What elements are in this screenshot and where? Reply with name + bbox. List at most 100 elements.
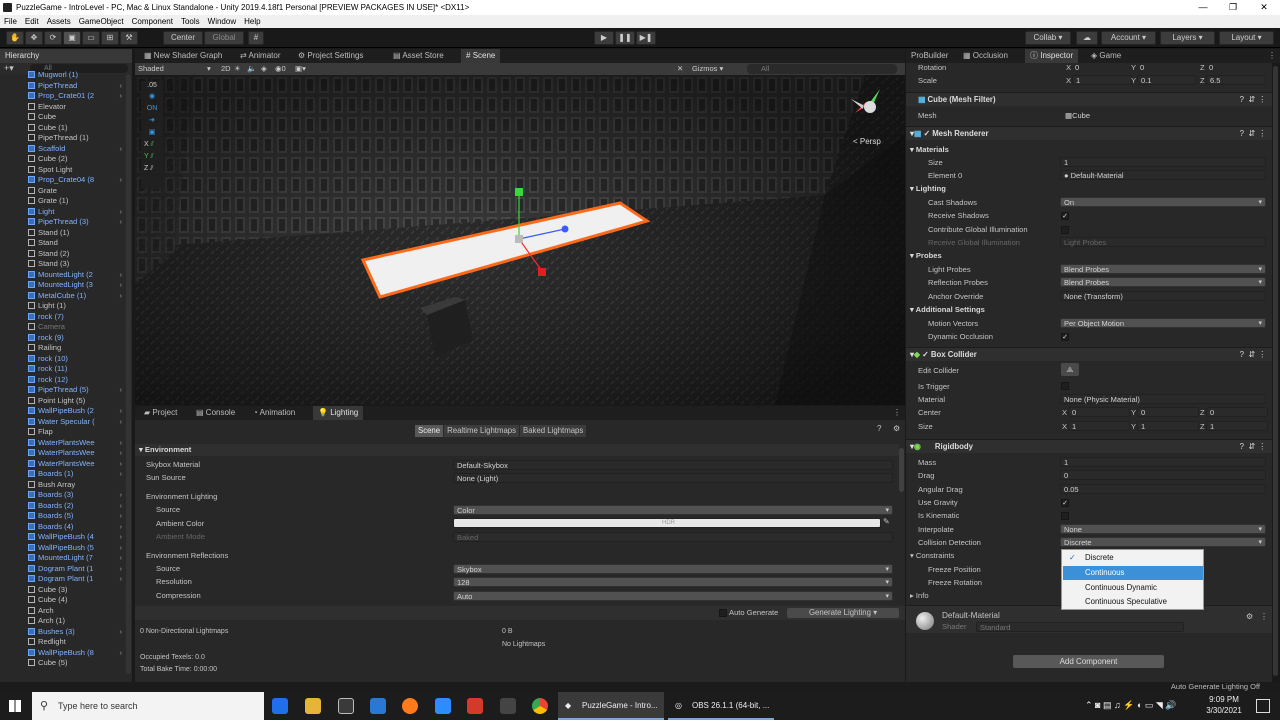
- dynamic-occlusion-checkbox[interactable]: ✓: [1061, 333, 1069, 341]
- mass-field[interactable]: 1: [1060, 457, 1266, 467]
- hierarchy-item[interactable]: WaterPlantsWee ›: [28, 448, 132, 459]
- component-menu-icon[interactable]: ⋮: [1258, 440, 1266, 454]
- office-icon[interactable]: [467, 698, 483, 714]
- hierarchy-item[interactable]: Mugworl (1): [28, 70, 132, 81]
- hierarchy-item[interactable]: WaterPlantsWee ›: [28, 459, 132, 470]
- collab-button[interactable]: Collab ▾: [1025, 31, 1071, 45]
- contribute-gi-checkbox[interactable]: [1061, 226, 1069, 234]
- hierarchy-item[interactable]: PipeThread ›: [28, 81, 132, 92]
- collider-material-field[interactable]: None (Physic Material): [1060, 394, 1266, 404]
- rect-tool-icon[interactable]: ▭: [82, 31, 100, 45]
- move-tool-icon[interactable]: ✥: [25, 31, 43, 45]
- reflection-source-dropdown[interactable]: Skybox: [453, 564, 893, 574]
- app-icon[interactable]: [500, 698, 516, 714]
- chevron-right-icon[interactable]: ›: [119, 417, 122, 428]
- chevron-right-icon[interactable]: ›: [119, 385, 122, 396]
- arrow-icon[interactable]: ➜: [141, 115, 163, 127]
- menu-gameobject[interactable]: GameObject: [75, 15, 128, 28]
- tab-inspector[interactable]: ⓘ Inspector: [1025, 49, 1079, 63]
- help-icon[interactable]: ?: [877, 424, 881, 433]
- chevron-right-icon[interactable]: ›: [119, 564, 122, 575]
- menu-component[interactable]: Component: [128, 15, 177, 28]
- enabled-check-icon[interactable]: ✓: [923, 129, 930, 138]
- chevron-right-icon[interactable]: ›: [119, 291, 122, 302]
- pause-button[interactable]: ❚❚: [615, 31, 635, 45]
- hierarchy-item[interactable]: Point Light (5): [28, 396, 132, 407]
- lock-icon[interactable]: ▣: [141, 127, 163, 139]
- hierarchy-item[interactable]: Cube (3): [28, 585, 132, 596]
- angular-drag-field[interactable]: 0.05: [1060, 484, 1266, 494]
- scene-search-input[interactable]: All: [747, 64, 897, 74]
- option-discrete[interactable]: ✓ Discrete: [1063, 551, 1203, 565]
- hierarchy-item[interactable]: Boards (2) ›: [28, 501, 132, 512]
- hierarchy-item[interactable]: Stand (3): [28, 259, 132, 270]
- chevron-right-icon[interactable]: ›: [119, 543, 122, 554]
- grid-snap-icon[interactable]: #: [248, 31, 264, 45]
- hierarchy-item[interactable]: Bushes (3) ›: [28, 627, 132, 638]
- chevron-right-icon[interactable]: ›: [119, 91, 122, 102]
- tab-scene[interactable]: # Scene: [461, 49, 501, 63]
- mail-icon[interactable]: [370, 698, 386, 714]
- rotation-y-field[interactable]: 0: [1137, 63, 1197, 73]
- hierarchy-item[interactable]: WallPipeBush (8 ›: [28, 648, 132, 659]
- tab-probuilder[interactable]: ProBuilder: [906, 49, 953, 63]
- scale-y-field[interactable]: 0.1: [1137, 75, 1197, 85]
- chevron-right-icon[interactable]: ›: [119, 522, 122, 533]
- chevron-right-icon[interactable]: ›: [119, 438, 122, 449]
- is-trigger-checkbox[interactable]: [1061, 382, 1069, 390]
- toggle-2d-button[interactable]: 2D: [221, 63, 231, 75]
- hierarchy-item[interactable]: rock (11): [28, 364, 132, 375]
- size-z-field[interactable]: 1: [1206, 421, 1268, 431]
- cloud-icon[interactable]: ☁: [1076, 31, 1098, 45]
- store-icon[interactable]: [338, 698, 354, 714]
- hierarchy-item[interactable]: Camera: [28, 322, 132, 333]
- hierarchy-item[interactable]: rock (10): [28, 354, 132, 365]
- chevron-right-icon[interactable]: ›: [119, 81, 122, 92]
- menu-edit[interactable]: Edit: [21, 15, 43, 28]
- hierarchy-item[interactable]: Flap: [28, 427, 132, 438]
- taskbar-obs-app[interactable]: ◎ OBS 26.1.1 (64-bit, ...: [668, 692, 774, 720]
- material-menu-icon[interactable]: ⋮: [1260, 612, 1268, 621]
- hierarchy-item[interactable]: PipeThread (5) ›: [28, 385, 132, 396]
- pivot-center-button[interactable]: Center: [163, 31, 203, 45]
- rigidbody-header[interactable]: ▾◉ Rigidbody ? ⇵ ⋮: [906, 439, 1272, 453]
- tab-project-settings[interactable]: ⚙ Project Settings: [293, 49, 368, 63]
- on-toggle-icon[interactable]: ON: [141, 103, 163, 115]
- lighting-foldout[interactable]: ▾ Lighting: [910, 183, 946, 194]
- pivot-global-button[interactable]: Global: [204, 31, 244, 45]
- compression-dropdown[interactable]: Auto: [453, 591, 893, 601]
- option-continuous-speculative[interactable]: Continuous Speculative: [1063, 595, 1203, 609]
- tab-game[interactable]: ◈ Game: [1086, 49, 1126, 63]
- component-menu-icon[interactable]: ⋮: [1258, 127, 1266, 141]
- hierarchy-item[interactable]: Grate: [28, 186, 132, 197]
- axis-y-icon[interactable]: Y ⫽: [141, 151, 163, 163]
- settings-gear-icon[interactable]: ⚙: [893, 424, 900, 433]
- box-collider-header[interactable]: ▾◆ ✓ Box Collider ? ⇵ ⋮: [906, 347, 1272, 361]
- mesh-field[interactable]: ▦Cube: [1062, 111, 1268, 121]
- tab-project[interactable]: ▰ Project: [139, 406, 182, 420]
- rotation-z-field[interactable]: 0: [1206, 63, 1266, 73]
- hierarchy-item[interactable]: Dogram Plant (1 ›: [28, 574, 132, 585]
- anchor-override-field[interactable]: None (Transform): [1060, 291, 1266, 301]
- motion-vectors-dropdown[interactable]: Per Object Motion: [1060, 318, 1266, 328]
- chevron-right-icon[interactable]: ›: [119, 280, 122, 291]
- hierarchy-item[interactable]: rock (9): [28, 333, 132, 344]
- taskbar-search-input[interactable]: ⚲ Type here to search: [32, 692, 264, 720]
- hierarchy-item[interactable]: WallPipeBush (4 ›: [28, 532, 132, 543]
- chevron-right-icon[interactable]: ›: [119, 511, 122, 522]
- hierarchy-item[interactable]: Boards (5) ›: [28, 511, 132, 522]
- help-icon[interactable]: ?: [1240, 93, 1244, 107]
- hierarchy-item[interactable]: Arch (1): [28, 616, 132, 627]
- close-icon[interactable]: ✕: [1249, 0, 1279, 15]
- notification-icon[interactable]: [1256, 699, 1270, 713]
- shading-mode-dropdown[interactable]: Shaded: [138, 63, 164, 75]
- resolution-dropdown[interactable]: 128: [453, 577, 893, 587]
- subtab-realtime-lightmaps[interactable]: Realtime Lightmaps: [444, 425, 520, 437]
- interpolate-dropdown[interactable]: None: [1060, 524, 1266, 534]
- preset-icon[interactable]: ⇵: [1248, 348, 1255, 362]
- hierarchy-item[interactable]: Elevator: [28, 102, 132, 113]
- hierarchy-item[interactable]: Water Specular (›: [28, 417, 132, 428]
- scene-view[interactable]: < Persp .05 ◉ ON ➜ ▣ X ⫽ Y ⫽ Z ⫽: [135, 75, 905, 405]
- tab-animation[interactable]: ◔ Animation: [248, 406, 300, 420]
- axis-z-icon[interactable]: Z ⫽: [141, 163, 163, 175]
